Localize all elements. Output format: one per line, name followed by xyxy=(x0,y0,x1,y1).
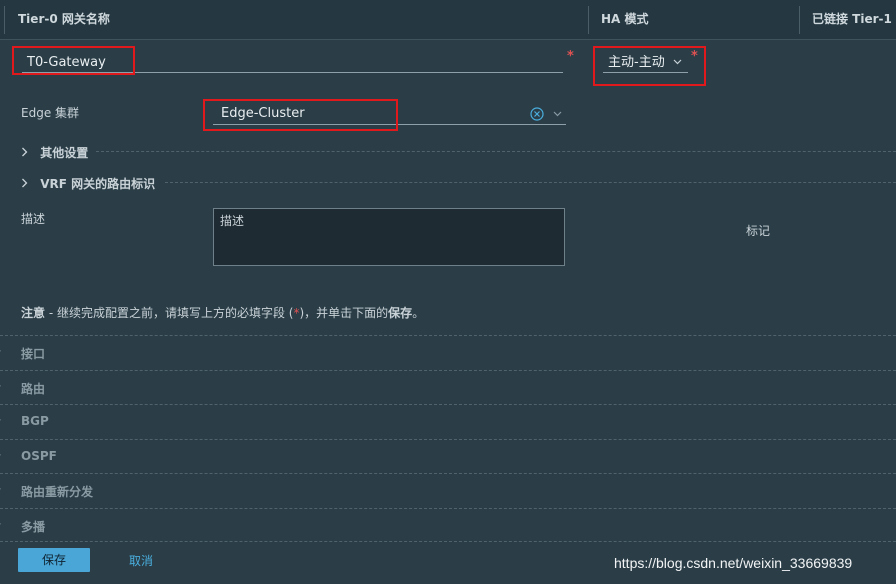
column-separator xyxy=(4,6,5,34)
divider xyxy=(96,151,896,152)
note-save: 保存 xyxy=(388,306,413,320)
header-linked-tier1: 已链接 Tier-1 网 xyxy=(812,12,896,26)
required-indicator: * xyxy=(567,49,574,64)
highlight-box xyxy=(203,99,398,131)
chevron-right-icon xyxy=(21,146,32,160)
section-routing[interactable]: › 路由 xyxy=(0,371,896,405)
chevron-right-icon: › xyxy=(0,482,1,495)
section-interfaces[interactable]: › 接口 xyxy=(0,336,896,370)
section-multicast[interactable]: › 多播 xyxy=(0,509,896,543)
save-button[interactable]: 保存 xyxy=(18,548,90,572)
chevron-right-icon: › xyxy=(0,413,1,426)
note-end: 。 xyxy=(412,306,425,320)
description-textarea[interactable]: 描述 xyxy=(213,208,565,266)
other-settings-expander[interactable]: 其他设置 xyxy=(21,144,88,161)
edge-cluster-label: Edge 集群 xyxy=(21,106,80,120)
clear-icon[interactable] xyxy=(530,107,544,129)
highlight-box xyxy=(12,46,135,75)
highlight-box xyxy=(593,46,706,86)
watermark-text: https://blog.csdn.net/weixin_33669839 xyxy=(614,555,853,571)
chevron-right-icon: › xyxy=(0,448,1,461)
table-header: Tier-0 网关名称 HA 模式 已链接 Tier-1 网 xyxy=(0,0,896,40)
note-text: )，并单击下面的 xyxy=(299,306,389,320)
description-placeholder: 描述 xyxy=(220,214,245,228)
chevron-right-icon xyxy=(21,177,32,191)
header-gateway-name: Tier-0 网关名称 xyxy=(18,12,110,26)
divider xyxy=(165,182,896,183)
column-separator xyxy=(799,6,800,34)
other-settings-label: 其他设置 xyxy=(40,146,89,160)
chevron-right-icon: › xyxy=(0,379,1,392)
required-indicator: * xyxy=(691,49,698,64)
section-label: 路由重新分发 xyxy=(21,485,94,499)
chevron-right-icon: › xyxy=(0,517,1,530)
form-note: 注意 - 继续完成配置之前，请填写上方的必填字段 (*)，并单击下面的保存。 xyxy=(21,304,424,321)
section-label: BGP xyxy=(21,414,49,428)
chevron-right-icon: › xyxy=(0,344,1,357)
section-label: 路由 xyxy=(21,382,46,396)
section-bgp[interactable]: › BGP xyxy=(0,405,896,439)
cancel-button[interactable]: 取消 xyxy=(129,552,153,569)
note-bold: 注意 xyxy=(21,306,46,320)
chevron-down-icon xyxy=(553,103,562,133)
section-route-redistribution[interactable]: › 路由重新分发 xyxy=(0,474,896,508)
vrf-route-id-expander[interactable]: VRF 网关的路由标识 xyxy=(21,175,155,192)
column-separator xyxy=(588,6,589,34)
description-label: 描述 xyxy=(21,212,46,226)
tags-label: 标记 xyxy=(746,224,771,238)
section-label: 接口 xyxy=(21,347,46,361)
note-text: - 继续完成配置之前，请填写上方的必填字段 ( xyxy=(45,306,294,320)
section-ospf[interactable]: › OSPF xyxy=(0,440,896,474)
vrf-route-id-label: VRF 网关的路由标识 xyxy=(40,177,156,191)
section-label: OSPF xyxy=(21,449,57,463)
divider xyxy=(0,541,896,542)
header-ha-mode: HA 模式 xyxy=(601,12,649,26)
section-label: 多播 xyxy=(21,520,46,534)
